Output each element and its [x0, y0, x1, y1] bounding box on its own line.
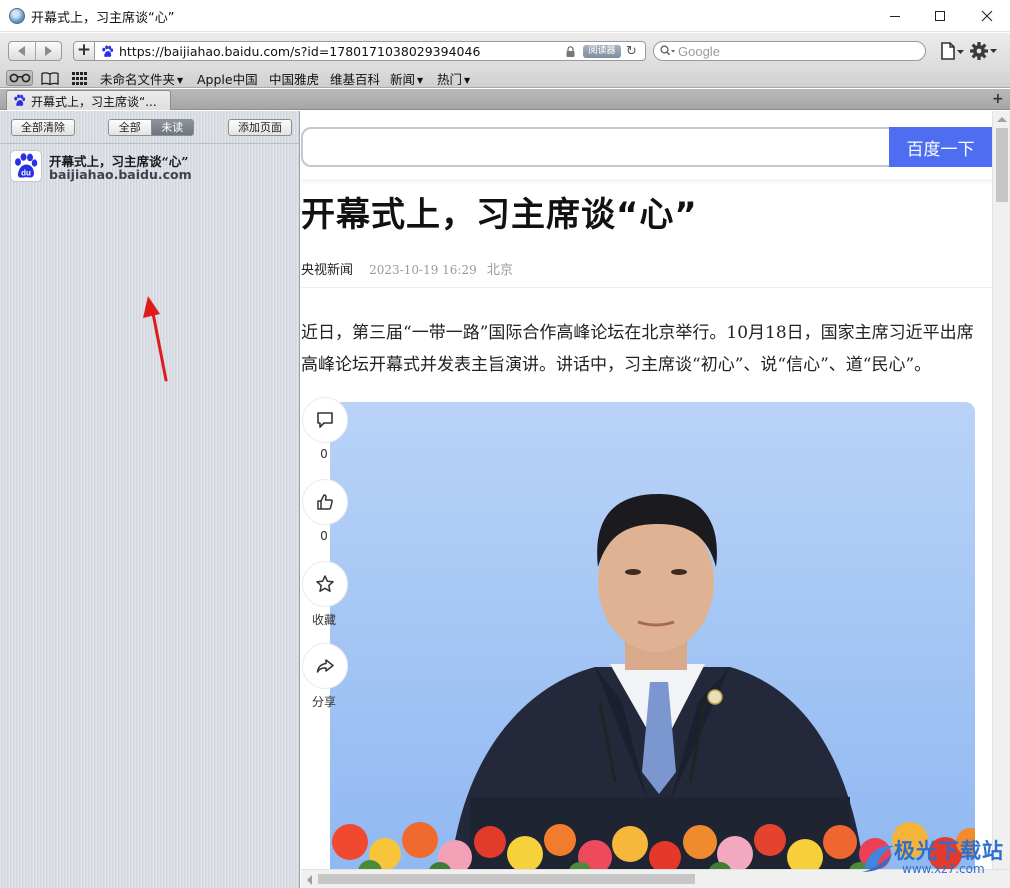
favorite-label: 收藏: [311, 613, 336, 627]
nav-buttons: [8, 41, 62, 61]
forward-button[interactable]: [34, 42, 62, 60]
minimize-button[interactable]: [872, 0, 918, 32]
tab-title: 开幕式上，习主席谈“...: [31, 95, 157, 109]
bookmarks-bar: 未命名文件夹 ▼ Apple中国 中国雅虎 维基百科 新闻 ▼ 热门 ▼: [0, 68, 1010, 88]
search-field[interactable]: [653, 41, 926, 61]
page-menu-button[interactable]: [940, 42, 966, 63]
star-icon: [302, 561, 348, 607]
like-count: 0: [320, 529, 328, 543]
article-source[interactable]: 央视新闻: [301, 263, 353, 278]
maximize-button[interactable]: [917, 0, 963, 32]
settings-menu-button[interactable]: [970, 41, 1000, 64]
baidu-paw-icon: [102, 45, 114, 57]
comment-count: 0: [320, 447, 328, 461]
baidu-search-button[interactable]: 百度一下: [889, 127, 992, 167]
bookmarks-button[interactable]: [40, 70, 60, 86]
filter-all-button[interactable]: 全部: [109, 120, 152, 135]
share-icon: [302, 643, 348, 689]
bookmark-label: 新闻: [390, 72, 416, 87]
article-datetime: 2023-10-19 16:29: [369, 263, 477, 277]
window-title: 开幕式上，习主席谈“心”: [31, 11, 175, 26]
article-paragraph: 近日，第三届“一带一路”国际合作高峰论坛在北京举行。10月18日，国家主席习近平…: [301, 323, 974, 375]
new-tab-button[interactable]: +: [992, 91, 1004, 107]
bookmark-apple-china[interactable]: Apple中国: [197, 69, 258, 88]
vertical-scrollbar[interactable]: [992, 111, 1010, 869]
divider: [301, 287, 992, 288]
chevron-down-icon: ▼: [177, 76, 184, 85]
watermark-url: www.xz7.com: [902, 862, 985, 876]
search-input[interactable]: [678, 43, 918, 59]
reader-button[interactable]: 阅读器: [583, 45, 621, 58]
baidu-search-input[interactable]: [301, 127, 891, 167]
close-icon: [981, 10, 993, 22]
maximize-icon: [935, 11, 945, 21]
bookmark-label: 维基百科: [330, 72, 381, 87]
scroll-thumb[interactable]: [996, 128, 1008, 202]
share-label: 分享: [311, 695, 336, 709]
watermark: 极光下载站 www.xz7.com: [858, 832, 1008, 886]
grid-icon: [71, 71, 87, 85]
close-button[interactable]: [964, 0, 1010, 32]
add-page-button[interactable]: 添加页面: [228, 119, 292, 136]
reading-glasses-icon: [9, 73, 30, 83]
search-icon: [660, 45, 675, 56]
bookmark-folder-news[interactable]: 新闻 ▼: [390, 69, 423, 88]
url-text: https://baijiahao.baidu.com/s?id=1780171…: [119, 44, 481, 59]
header-shadow: [301, 179, 992, 185]
annotation-arrow-icon: [143, 296, 168, 382]
article-title: 开幕式上，习主席谈“心”: [301, 195, 698, 235]
bookmark-label: 热门: [437, 72, 463, 87]
tab-bar: 开幕式上，习主席谈“... +: [0, 89, 1010, 110]
speaker-photo-illustration: [330, 402, 975, 869]
web-content: 百度一下 开幕式上，习主席谈“心” 央视新闻 2023-10-19 16:29 …: [301, 111, 992, 869]
bookmark-folder-unnamed[interactable]: 未命名文件夹 ▼: [100, 69, 183, 88]
thumbs-up-icon: [302, 479, 348, 525]
baidu-search-bar: 百度一下: [301, 127, 992, 167]
watermark-text: 极光下载站: [894, 839, 1004, 863]
forward-arrow-icon: [44, 46, 52, 56]
bookmark-label: 中国雅虎: [269, 72, 320, 87]
add-bookmark-button[interactable]: +: [73, 41, 95, 61]
reading-list-button[interactable]: [6, 70, 33, 86]
chevron-down-icon: ▼: [417, 76, 424, 85]
scroll-thumb[interactable]: [318, 874, 695, 884]
svg-text:du: du: [21, 169, 31, 178]
address-bar[interactable]: https://baijiahao.baidu.com/s?id=1780171…: [95, 41, 646, 61]
article-photo: [330, 402, 975, 869]
book-icon: [41, 71, 59, 85]
reload-icon[interactable]: ↻: [626, 44, 637, 59]
bookmark-yahoo-china[interactable]: 中国雅虎: [269, 69, 319, 88]
scroll-left-icon[interactable]: [307, 875, 312, 885]
safari-globe-icon: [9, 8, 25, 24]
bookmark-wikipedia[interactable]: 维基百科: [330, 69, 380, 88]
reading-list-item-domain: baijiahao.baidu.com: [49, 167, 192, 182]
lock-icon: [566, 46, 575, 57]
article-location: 北京: [486, 263, 513, 278]
filter-segmented-control: 全部 未读: [108, 119, 194, 136]
article-meta: 央视新闻 2023-10-19 16:29 北京: [301, 259, 513, 278]
baidu-paw-icon: [14, 94, 26, 106]
bookmark-folder-popular[interactable]: 热门 ▼: [437, 69, 470, 88]
back-arrow-icon: [18, 46, 26, 56]
baidu-paw-icon: du: [10, 150, 42, 182]
bookmark-label: 未命名文件夹: [100, 72, 176, 87]
minimize-icon: [890, 16, 900, 17]
title-bar: 开幕式上，习主席谈“心”: [0, 0, 1010, 32]
filter-unread-button[interactable]: 未读: [151, 120, 193, 135]
bookmark-label: Apple中国: [197, 72, 258, 87]
clear-all-button[interactable]: 全部清除: [11, 119, 75, 136]
sidebar-toolbar: 全部清除 全部 未读 添加页面: [0, 111, 299, 144]
reading-list-item[interactable]: du 开幕式上，习主席谈“心” baijiahao.baidu.com: [0, 147, 299, 187]
back-button[interactable]: [9, 42, 35, 60]
watermark-logo-icon: [862, 845, 894, 872]
top-sites-button[interactable]: [70, 70, 88, 86]
scroll-up-icon[interactable]: [997, 117, 1007, 122]
page-icon: [941, 42, 964, 60]
gear-icon: [970, 42, 997, 60]
browser-toolbar: + https://baijiahao.baidu.com/s?id=17801…: [0, 33, 1010, 68]
chevron-down-icon: ▼: [464, 76, 471, 85]
tab-article[interactable]: 开幕式上，习主席谈“...: [6, 90, 171, 110]
reading-list-sidebar: 全部清除 全部 未读 添加页面 du 开幕式上，习主席谈“心” baijiaha…: [0, 111, 300, 888]
comment-icon: [302, 397, 348, 443]
